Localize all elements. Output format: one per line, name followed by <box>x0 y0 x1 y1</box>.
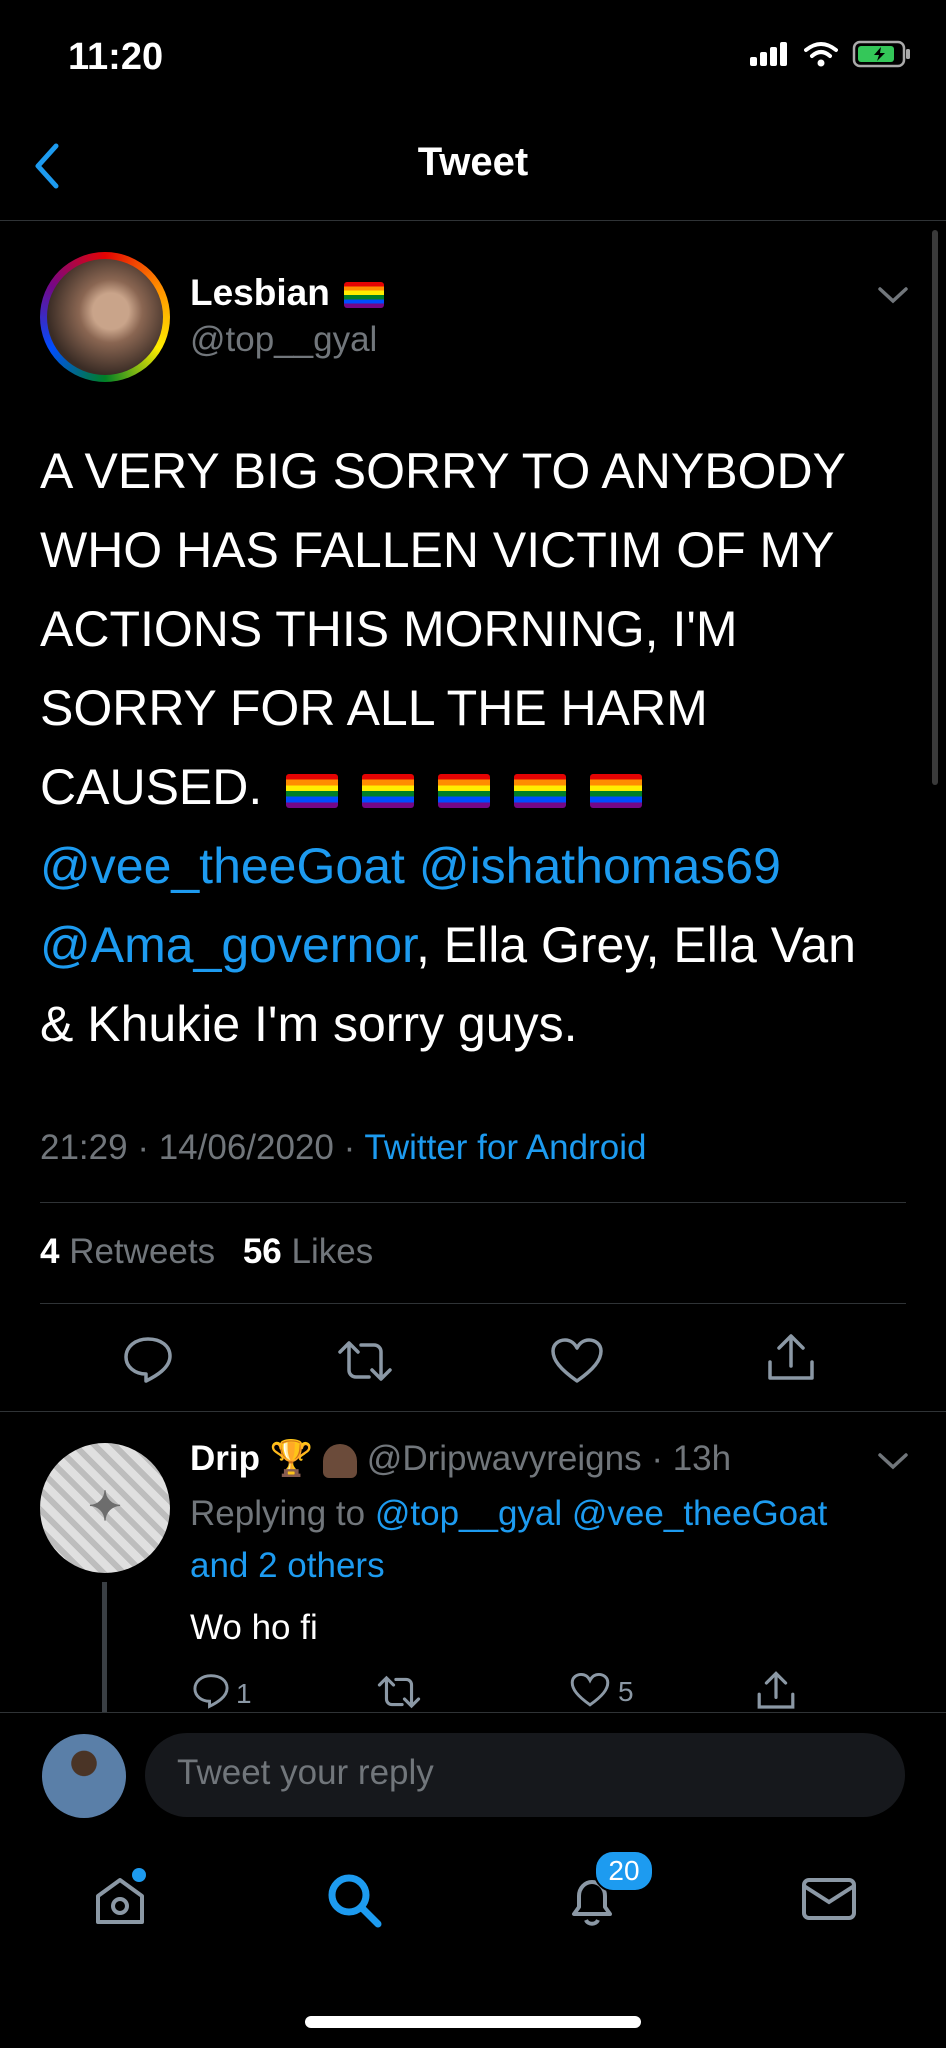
reply-icon <box>193 1674 229 1709</box>
mention-link[interactable]: @vee_theeGoat <box>40 838 405 894</box>
retweets-link[interactable]: 4 Retweets <box>40 1232 215 1271</box>
search-icon <box>328 1874 382 1928</box>
page-title: Tweet <box>417 140 529 184</box>
reply-like-count: 5 <box>618 1676 634 1707</box>
engagement-counts: 4 Retweets 56 Likes <box>40 1232 373 1272</box>
person-icon <box>323 1443 358 1478</box>
tab-home[interactable] <box>92 1868 148 1933</box>
tweet-text-line: CAUSED. <box>40 748 920 827</box>
status-time: 11:20 <box>68 36 164 78</box>
tweet-meta: 21:29 · 14/06/2020 · Twitter for Android <box>40 1128 646 1168</box>
divider <box>0 1712 946 1713</box>
mention-link[interactable]: @Ama_governor <box>40 917 416 973</box>
author-handle[interactable]: @top__gyal <box>190 320 377 360</box>
reply-author-name: Drip <box>190 1439 260 1478</box>
rainbow-flag-icon <box>437 773 490 808</box>
share-icon[interactable] <box>756 1670 796 1712</box>
author-name: Lesbian <box>190 272 330 313</box>
author-avatar[interactable] <box>40 252 170 382</box>
likes-label: Likes <box>291 1232 374 1271</box>
reply-reply-button[interactable]: 1 <box>192 1672 252 1712</box>
replying-to-label: Replying to <box>190 1494 366 1533</box>
tweet-text-line: WHO HAS FALLEN VICTIM OF MY <box>40 522 835 578</box>
reply-like-button[interactable]: 5 <box>570 1672 634 1712</box>
reply-text: Wo ho fi <box>190 1608 318 1647</box>
rainbow-flag-icon <box>589 773 642 808</box>
likes-count: 56 <box>242 1232 282 1271</box>
share-icon[interactable] <box>766 1332 816 1384</box>
reply-author-handle: @Dripwavyreigns <box>366 1439 642 1478</box>
heart-icon[interactable] <box>550 1337 604 1385</box>
tweet-text-line: SORRY FOR ALL THE HARM <box>40 680 708 736</box>
tweet-text-segment: , Ella Grey, Ella Van <box>415 917 856 973</box>
mention-link[interactable]: @ishathomas69 <box>419 838 781 894</box>
reply-age: 13h <box>672 1439 732 1478</box>
retweet-icon[interactable] <box>376 1674 422 1710</box>
tweet-date: 14/06/2020 <box>158 1128 334 1167</box>
reply-input[interactable]: Tweet your reply <box>145 1733 905 1817</box>
tweet-text-line: A VERY BIG SORRY TO ANYBODY <box>40 443 846 499</box>
tweet-text: A VERY BIG SORRY TO ANYBODY WHO HAS FALL… <box>40 432 920 1064</box>
tweet-text-line: ACTIONS THIS MORNING, I'M <box>40 601 738 657</box>
tweet-text-line: & Khukie I'm sorry guys. <box>40 996 578 1052</box>
scrollbar[interactable] <box>932 230 938 785</box>
mail-icon <box>802 1878 856 1920</box>
tab-messages[interactable] <box>800 1874 858 1929</box>
wifi-icon <box>804 42 838 67</box>
retweets-label: Retweets <box>69 1232 216 1271</box>
reply-actions: 1 5 <box>0 1660 946 1712</box>
status-icons <box>750 40 912 68</box>
rainbow-flag-icon <box>513 773 566 808</box>
meta-separator: · <box>651 1439 663 1478</box>
signal-icon <box>750 42 790 66</box>
notifications-badge: 20 <box>594 1850 654 1892</box>
tweet-source-link[interactable]: Twitter for Android <box>364 1128 646 1167</box>
reply-author-avatar[interactable]: ✦ <box>40 1443 170 1573</box>
tweet-time: 21:29 <box>40 1128 128 1167</box>
mention-link[interactable]: @vee_theeGoat <box>572 1494 827 1533</box>
tweet-text-line: @Ama_governor, Ella Grey, Ella Van <box>40 906 920 985</box>
chevron-down-icon[interactable] <box>877 284 909 306</box>
mention-link[interactable]: @top__gyal <box>375 1494 562 1533</box>
reply-icon[interactable] <box>122 1335 174 1385</box>
chevron-down-icon[interactable] <box>877 1450 909 1472</box>
tab-search[interactable] <box>324 1870 384 1935</box>
tweet-text-segment: CAUSED. <box>40 759 263 815</box>
reply-input-placeholder: Tweet your reply <box>177 1753 434 1792</box>
tab-notifications[interactable]: 20 <box>564 1850 654 1933</box>
current-user-avatar[interactable] <box>42 1734 126 1818</box>
divider <box>40 1303 906 1304</box>
tab-bar: 20 <box>0 1850 946 1980</box>
author-name-row[interactable]: Lesbian <box>190 272 385 314</box>
divider <box>40 1202 906 1203</box>
trophy-icon: 🏆 <box>269 1439 314 1479</box>
replying-to: Replying to @top__gyal @vee_theeGoat and… <box>190 1488 890 1592</box>
meta-separator: · <box>343 1128 365 1167</box>
reply-reply-count: 1 <box>236 1678 252 1709</box>
divider <box>0 1411 946 1412</box>
others-link[interactable]: and 2 others <box>190 1546 385 1585</box>
rainbow-flag-icon <box>344 282 385 309</box>
retweet-icon[interactable] <box>336 1338 394 1384</box>
heart-icon <box>570 1672 610 1707</box>
retweets-count: 4 <box>40 1232 60 1271</box>
rainbow-flag-icon <box>362 773 415 808</box>
battery-icon <box>852 40 910 68</box>
rainbow-flag-icon <box>286 773 339 808</box>
home-indicator <box>305 2016 641 2028</box>
meta-separator: · <box>137 1128 159 1167</box>
new-content-dot <box>132 1868 146 1882</box>
reply-header[interactable]: Drip 🏆 @Dripwavyreigns · 13h <box>190 1438 731 1479</box>
likes-link[interactable]: 56 Likes <box>243 1232 373 1271</box>
tweet-text-line: @vee_theeGoat @ishathomas69 <box>40 827 920 906</box>
